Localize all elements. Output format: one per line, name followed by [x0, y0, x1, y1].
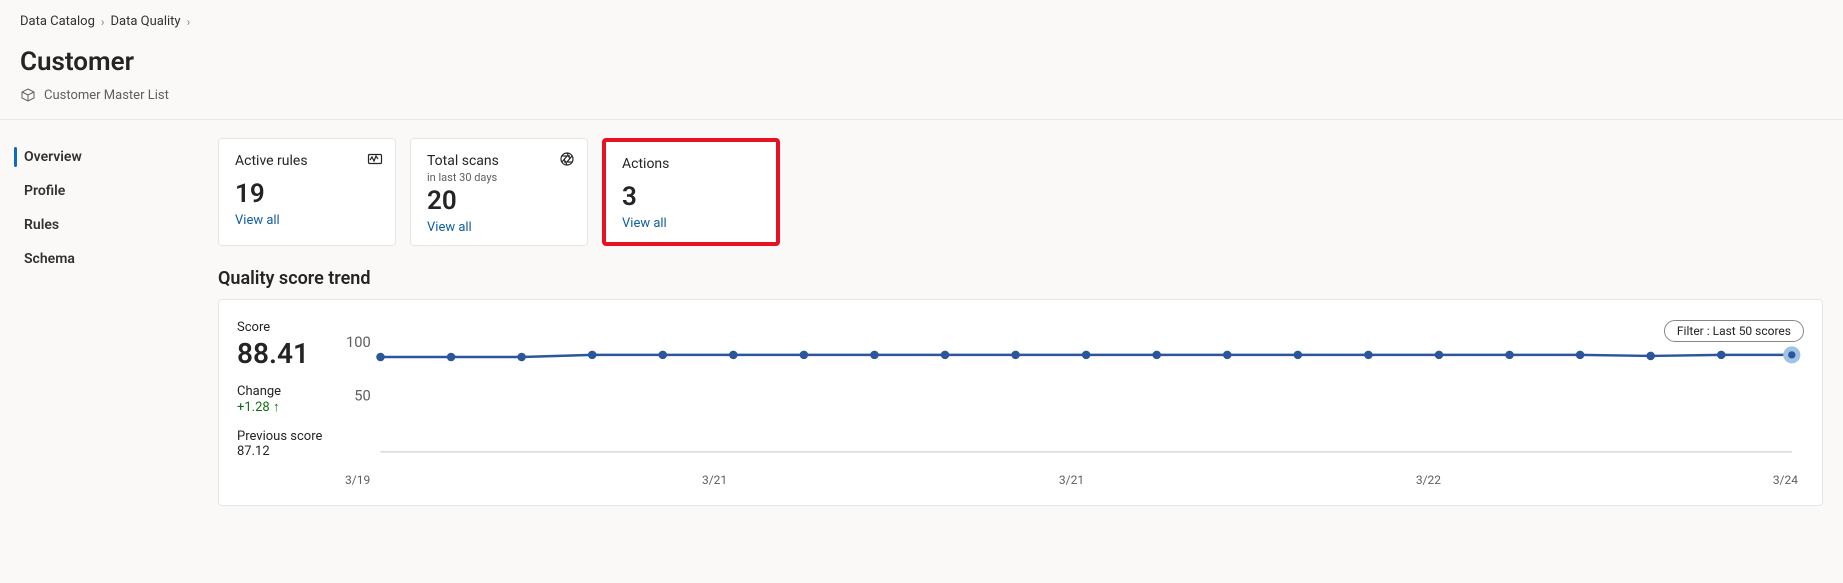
nav-item-schema[interactable]: Schema	[0, 242, 200, 276]
header-region: Data Catalog › Data Quality › Customer C…	[0, 0, 1843, 120]
summary-cards-row: Active rules 19 View all Total scans in …	[218, 138, 1823, 246]
card-title: Total scans	[427, 153, 571, 169]
x-tick-label: 3/21	[702, 473, 727, 487]
trend-summary: Score 88.41 Change +1.28 ↑ Previous scor…	[237, 320, 327, 487]
card-actions: Actions 3 View all	[602, 138, 780, 246]
line-chart: 100 50	[339, 320, 1804, 467]
cube-icon	[20, 87, 36, 103]
x-tick-label: 3/24	[1773, 473, 1798, 487]
trend-panel: Score 88.41 Change +1.28 ↑ Previous scor…	[218, 299, 1823, 506]
card-active-rules: Active rules 19 View all	[218, 138, 396, 246]
prev-score-label: Previous score	[237, 429, 327, 444]
breadcrumb-link-quality[interactable]: Data Quality	[111, 14, 181, 29]
view-all-link[interactable]: View all	[622, 216, 760, 231]
card-value: 19	[235, 179, 379, 209]
filter-pill[interactable]: Filter : Last 50 scores	[1664, 320, 1804, 342]
main-column: Active rules 19 View all Total scans in …	[200, 120, 1843, 524]
prev-score-value: 87.12	[237, 444, 327, 459]
score-value: 88.41	[237, 337, 327, 370]
card-value: 3	[622, 182, 760, 212]
card-value: 20	[427, 186, 571, 216]
x-tick-label: 3/22	[1416, 473, 1441, 487]
side-nav: Overview Profile Rules Schema	[0, 120, 200, 276]
scan-aperture-icon	[559, 151, 575, 171]
score-label: Score	[237, 320, 327, 335]
nav-item-rules[interactable]: Rules	[0, 208, 200, 242]
card-title: Actions	[622, 156, 760, 172]
x-axis-labels: 3/19 3/21 3/21 3/22 3/24	[339, 473, 1804, 487]
card-title: Active rules	[235, 153, 379, 169]
change-label: Change	[237, 384, 327, 399]
page-subtitle: Customer Master List	[44, 88, 169, 103]
x-tick-label: 3/21	[1059, 473, 1084, 487]
chevron-right-icon: ›	[187, 15, 191, 29]
chart-area: Filter : Last 50 scores 10050 3/193/213/…	[339, 320, 1804, 487]
body-region: Overview Profile Rules Schema Active rul…	[0, 120, 1843, 524]
chevron-right-icon: ›	[101, 15, 105, 29]
nav-item-overview[interactable]: Overview	[0, 140, 200, 174]
view-all-link[interactable]: View all	[235, 213, 379, 228]
breadcrumb: Data Catalog › Data Quality ›	[20, 14, 1823, 29]
breadcrumb-link-catalog[interactable]: Data Catalog	[20, 14, 95, 29]
page-title: Customer	[20, 47, 1823, 77]
section-title-trend: Quality score trend	[218, 268, 1823, 289]
page-subtitle-row: Customer Master List	[20, 87, 1823, 103]
rules-activity-icon	[367, 151, 383, 171]
x-tick-label: 3/19	[345, 473, 370, 487]
view-all-link[interactable]: View all	[427, 220, 571, 235]
card-total-scans: Total scans in last 30 days 20 View all	[410, 138, 588, 246]
nav-item-profile[interactable]: Profile	[0, 174, 200, 208]
card-subtitle: in last 30 days	[427, 171, 571, 184]
svg-text:100: 100	[346, 333, 371, 351]
change-value: +1.28 ↑	[237, 399, 327, 415]
svg-text:50: 50	[354, 387, 370, 405]
